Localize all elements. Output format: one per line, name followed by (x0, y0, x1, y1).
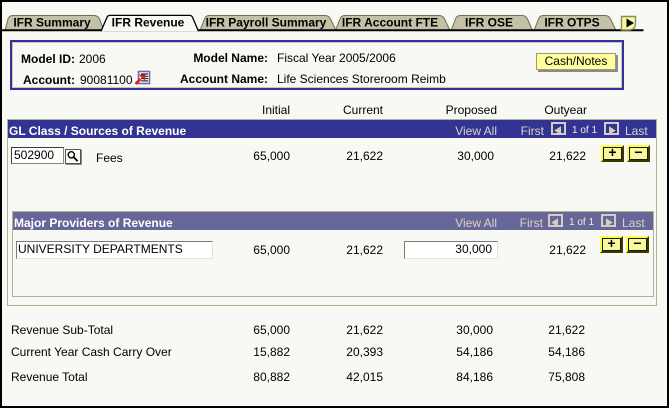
svg-text:IFR Account FTE: IFR Account FTE (342, 16, 438, 30)
svg-text:IFR Revenue: IFR Revenue (112, 16, 185, 30)
svg-text:IFR OSE: IFR OSE (465, 16, 513, 30)
svg-text:IFR OTPS: IFR OTPS (544, 16, 599, 30)
svg-text:IFR Summary: IFR Summary (13, 16, 91, 30)
svg-text:IFR Payroll Summary: IFR Payroll Summary (206, 16, 327, 30)
